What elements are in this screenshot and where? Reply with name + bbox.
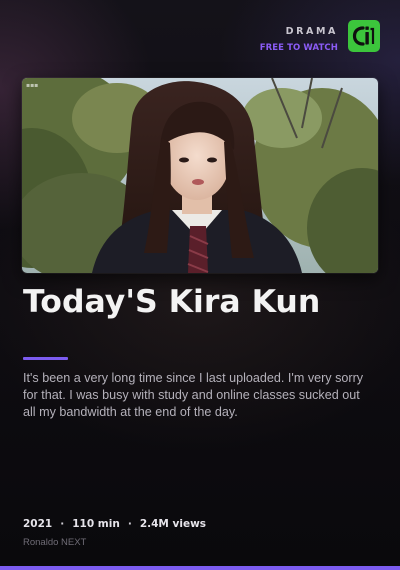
movie-stats: 2021 · 110 min · 2.4M views xyxy=(23,518,206,530)
duration: 110 min xyxy=(72,518,120,530)
movie-title: Today'S Kira Kun xyxy=(23,284,321,320)
release-year: 2021 xyxy=(23,518,53,530)
view-count: 2.4M views xyxy=(139,518,207,530)
svg-text:▪▪▪: ▪▪▪ xyxy=(26,82,38,89)
accent-divider xyxy=(23,357,68,360)
separator-dot: · xyxy=(60,518,65,530)
movie-description: It's been a very long time since I last … xyxy=(23,371,364,419)
free-to-watch-label: FREE TO WATCH xyxy=(259,43,338,53)
brand-logo-icon[interactable] xyxy=(348,20,380,52)
genre-label: DRAMA xyxy=(285,26,338,37)
bottom-accent-bar xyxy=(0,566,400,570)
channel-name[interactable]: Ronaldo NEXT xyxy=(23,537,86,548)
header-meta: DRAMA FREE TO WATCH xyxy=(260,26,338,53)
ci-logo-glyph xyxy=(352,26,375,46)
thumbnail-image: ▪▪▪ xyxy=(22,78,378,273)
separator-dot: · xyxy=(127,518,132,530)
video-thumbnail[interactable]: ▪▪▪ xyxy=(22,78,378,273)
movie-card[interactable]: DRAMA FREE TO WATCH ▪▪▪ Today'S Kira Kun… xyxy=(0,0,400,570)
